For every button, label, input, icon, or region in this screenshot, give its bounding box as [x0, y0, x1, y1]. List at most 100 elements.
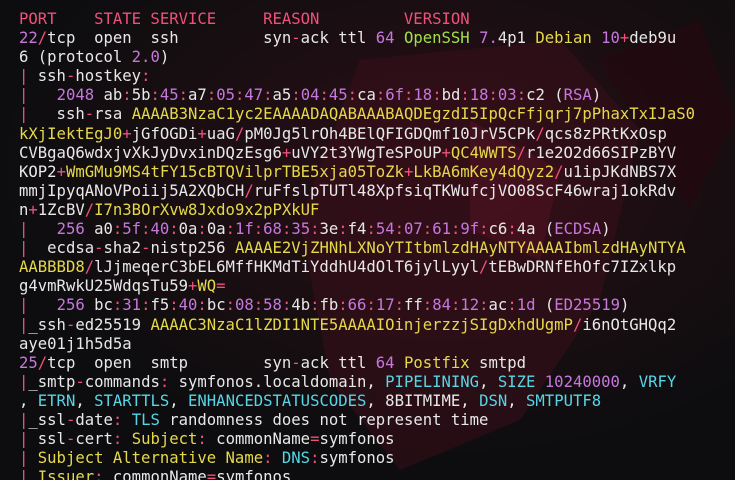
terminal-output: PORT STATE SERVICE REASON VERSION 22/tcp … [0, 0, 735, 480]
terminal-text: + [28, 200, 38, 219]
terminal-line: |_ssh-ed25519 AAAAC3NzaC1lZDI1NTE5AAAAIO… [19, 316, 735, 335]
terminal-text: n [19, 200, 29, 219]
terminal-text: / [84, 258, 95, 277]
terminal-text: : [450, 296, 461, 315]
terminal-text: | [19, 315, 29, 334]
terminal-text: I7n3BOrXvw8Jxdo9x2pPXkUF [94, 200, 320, 219]
terminal-text: : [281, 296, 292, 315]
terminal-text: 84 [432, 296, 451, 315]
terminal-text: ab [94, 86, 123, 105]
terminal-text: : [225, 220, 235, 239]
terminal-text: : [197, 430, 207, 449]
terminal-text: ( [535, 296, 555, 315]
terminal-text: : [263, 86, 273, 105]
terminal-text: Subject Alternative Name [37, 449, 264, 468]
terminal-line: 22/tcp open ssh syn-ack ttl 64 OpenSSH 7… [19, 29, 735, 48]
terminal-line: n+1ZcBV/I7n3BOrXvw8Jxdo9x2pPXkUF [19, 201, 735, 220]
terminal-text: DNS [281, 449, 311, 468]
terminal-text: _ssl [28, 410, 66, 429]
terminal-text: : [394, 220, 405, 239]
terminal-text: : [169, 296, 179, 315]
terminal-text: cert [75, 430, 113, 449]
terminal-text: 12 [460, 296, 480, 315]
terminal-text: | [19, 372, 29, 391]
terminal-text: 4a ( [516, 220, 555, 239]
terminal-line: PORT STATE SERVICE REASON VERSION [19, 10, 735, 29]
terminal-text: ssh [37, 105, 85, 124]
terminal-text: 40 [178, 296, 198, 315]
terminal-text: 64 [375, 353, 395, 372]
terminal-text: : [159, 372, 170, 391]
terminal-text: + [441, 143, 451, 162]
terminal-text: 10240000 [544, 372, 620, 391]
terminal-text: 18 [469, 86, 489, 105]
terminal-text: : [319, 86, 329, 105]
terminal-text: u1ipJKdNBS7X [563, 162, 677, 181]
terminal-text: tcp open ssh syn [47, 29, 292, 48]
terminal-text: WQ [197, 277, 217, 296]
terminal-text: - [65, 410, 76, 429]
terminal-text: uVY2t3YWgTeSPoUP [291, 143, 442, 162]
terminal-text: ) [591, 86, 602, 105]
terminal-text: : [338, 296, 348, 315]
terminal-text: c6 [488, 220, 508, 239]
terminal-text: ) [159, 48, 170, 67]
terminal-text: : [122, 86, 132, 105]
terminal-text: | [19, 449, 38, 468]
terminal-text: Debian [535, 29, 602, 48]
terminal-line: mmjIpyqANoVPoiij5A2XQbCH/ruFfslpTUTl48Xp… [19, 182, 735, 201]
terminal-text: : [141, 67, 151, 86]
terminal-text: 17 [375, 296, 395, 315]
terminal-text: g4vmRwkU25WdqsTu59 [19, 277, 188, 296]
terminal-text: _ssh [28, 315, 66, 334]
terminal-text: : [197, 220, 207, 239]
terminal-text: | [19, 296, 57, 315]
terminal-line: 25/tcp open smtp syn-ack ttl 64 Postfix … [19, 354, 735, 373]
terminal-text: sha2 [103, 239, 142, 258]
terminal-text: 3e [319, 220, 339, 239]
terminal-line: | 256 bc:31:f5:40:bc:08:58:4b:fb:66:17:f… [19, 296, 735, 315]
terminal-text: hostkey [75, 67, 142, 86]
terminal-text: ENHANCEDSTATUSCODES [188, 391, 367, 410]
terminal-text: + [56, 162, 66, 181]
terminal-line: KOP2+WmGMu9MS4tFY15cBTQVilprTBE5xja05ToZ… [19, 163, 735, 182]
terminal-text: 07 [404, 220, 423, 239]
terminal-text: AAAAC3NzaC1lZDI1NTE5AAAAIOinjerzzjSIgDxh… [150, 315, 573, 334]
terminal-text: STARTTLS [94, 391, 170, 410]
terminal-text: lJjmeqerC3bEL6MffHKMdTiYddhU4dOlT6jylLyy… [94, 258, 480, 277]
terminal-text: date [75, 410, 113, 429]
terminal-text: uaG [206, 124, 235, 143]
terminal-text: + [197, 124, 207, 143]
terminal-text: VRFY [638, 372, 677, 391]
terminal-text: : [169, 220, 179, 239]
terminal-text: symfonos [319, 449, 395, 468]
terminal-text: 1ZcBV [37, 200, 85, 219]
terminal-text: / [84, 200, 95, 219]
terminal-text: = [216, 277, 226, 296]
terminal-text: : [310, 220, 320, 239]
terminal-text: = [206, 468, 217, 480]
terminal-text: 68 [263, 220, 282, 239]
terminal-text: : [479, 296, 489, 315]
terminal-text: / [234, 124, 245, 143]
terminal-text: f4 [347, 220, 367, 239]
terminal-text: 03 [497, 86, 517, 105]
terminal-text: : [347, 86, 358, 105]
terminal-text: 58 [263, 296, 282, 315]
terminal-text: Issuer [37, 468, 95, 480]
terminal-text: - [65, 430, 76, 449]
terminal-text: r1e2O2d66SIPzBYV [525, 143, 677, 162]
terminal-text: | [19, 67, 38, 86]
terminal-line: , ETRN, STARTTLS, ENHANCEDSTATUSCODES, 8… [19, 392, 735, 411]
terminal-text: , [507, 391, 527, 410]
terminal-line: AABBBD8/lJjmeqerC3bEL6MffHKMdTiYddhU4dOl… [19, 258, 735, 277]
terminal-text: - [94, 239, 104, 258]
terminal-text: : [112, 410, 123, 429]
terminal-text: / [37, 29, 48, 48]
terminal-text: / [572, 315, 583, 334]
terminal-text: ack ttl [300, 29, 376, 48]
terminal-text: aye01j1h5d5a [19, 334, 132, 353]
terminal-text: qcs8zPRtKxOsp [544, 124, 667, 143]
terminal-text: : [450, 220, 461, 239]
